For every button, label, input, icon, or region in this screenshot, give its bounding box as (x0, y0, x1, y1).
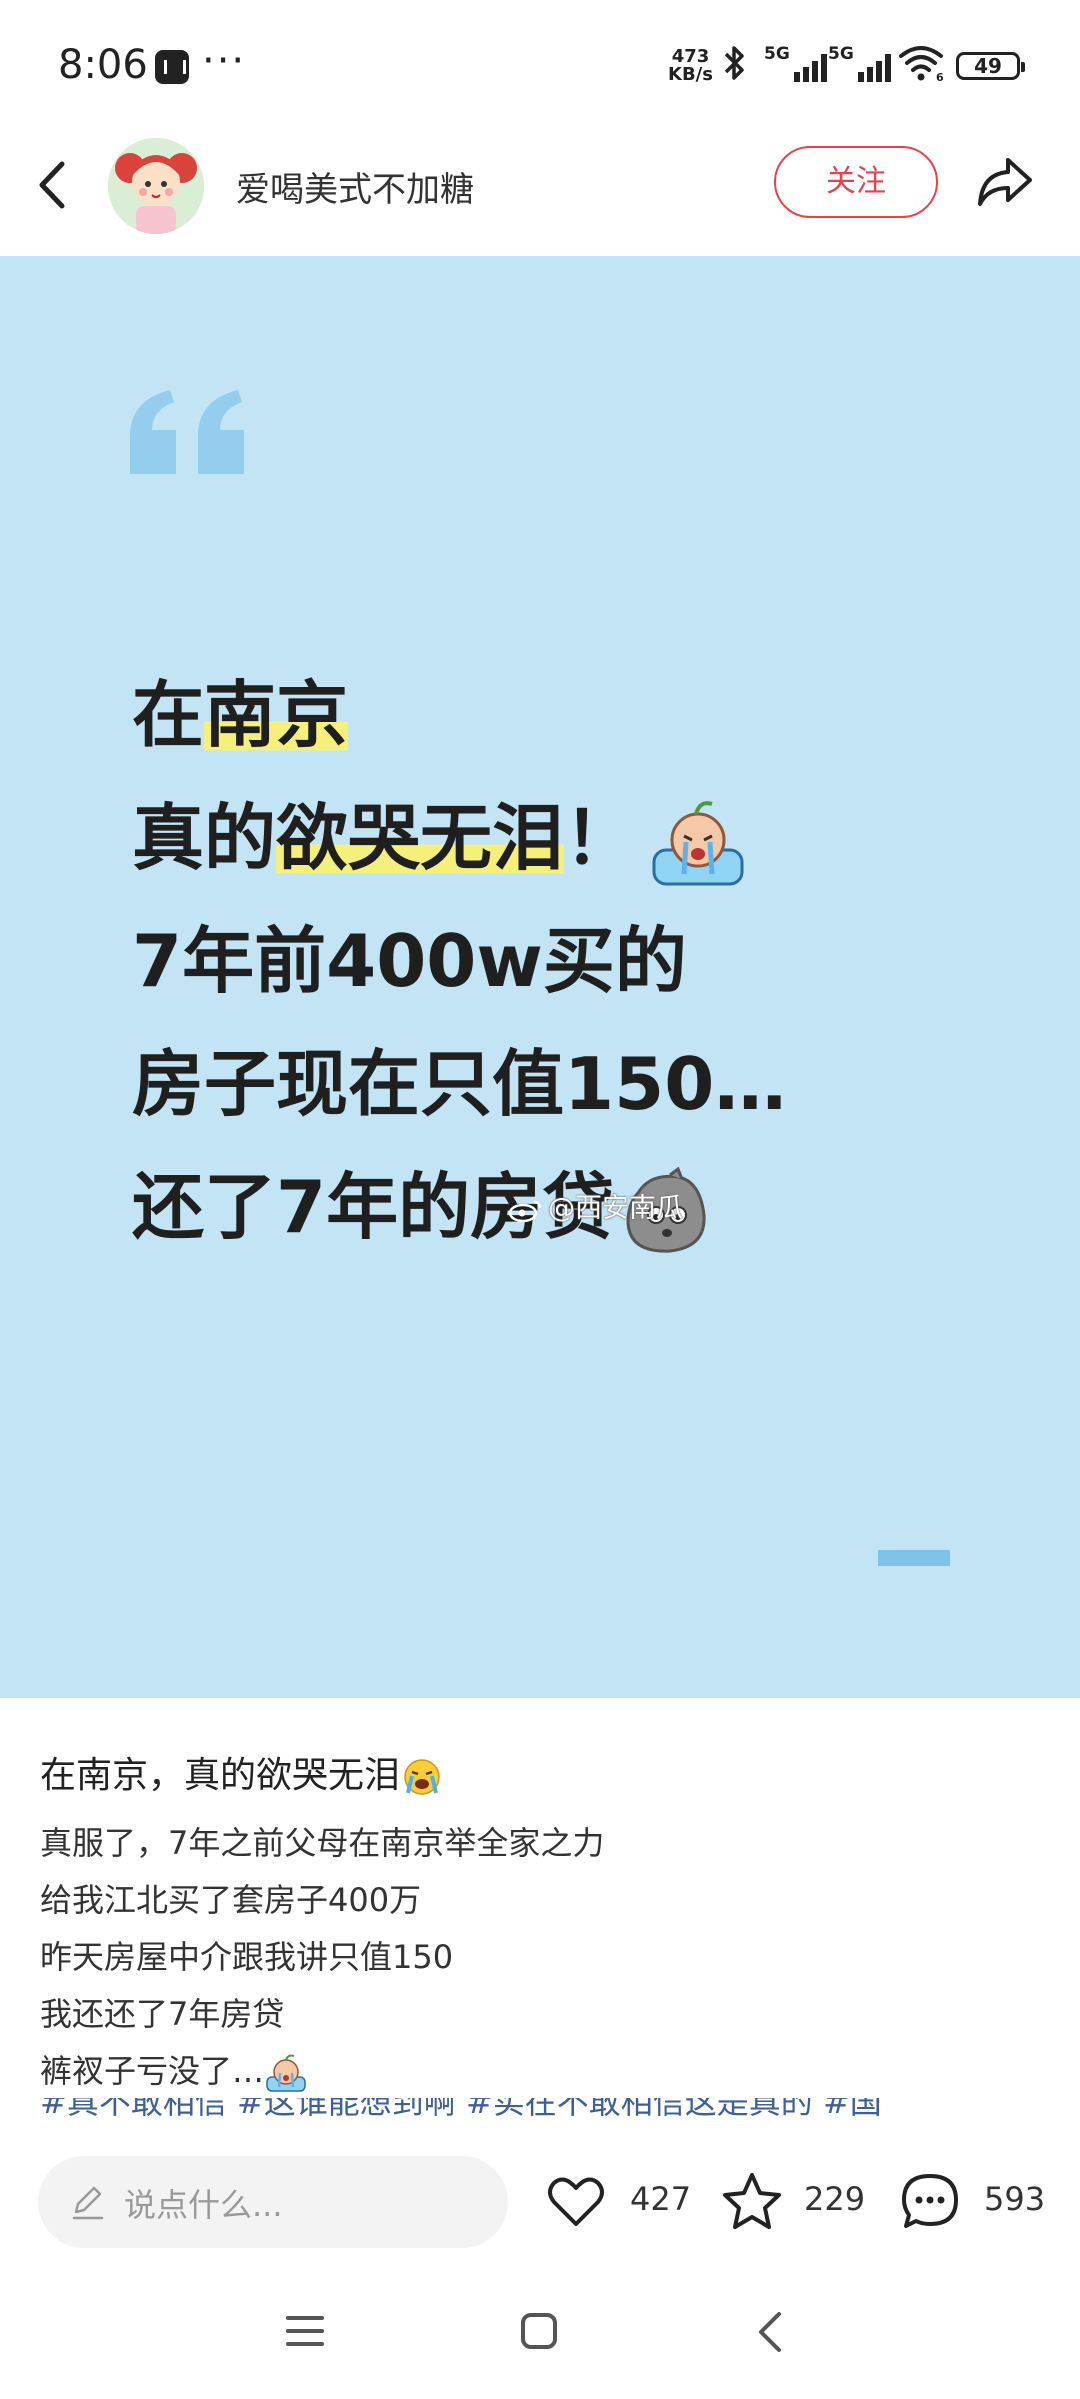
post-tags[interactable]: #真不敢相信 #这谁能想到啊 #实在不敢相信这是真的 #国 (40, 2098, 1040, 2128)
cover-line-1-plain: 在 (132, 673, 205, 757)
heart-icon (548, 2177, 604, 2226)
loudly-crying-emoji-icon (400, 1757, 444, 1797)
bottom-action-bar: 说点什么... 427 229 593 (0, 2130, 1080, 2270)
watermark-text: @西安南瓜 (548, 1193, 683, 1224)
like-count: 427 (630, 2180, 692, 2218)
comment-count: 593 (984, 2180, 1046, 2218)
status-time: 8:06 (58, 42, 148, 88)
cover-text-block: 在南京 真的欲哭无泪！ 7年前400w买的 房子现在只值150… 还了7年的房贷 (132, 654, 786, 1269)
cover-line-5: 还了7年的房贷 (132, 1146, 786, 1269)
cover-line-2-plain-b: ！ (564, 796, 637, 880)
cover-line-2-highlight: 欲哭无泪 (276, 796, 565, 880)
status-bar: 8:06 ··· 473 KB/s 5G 5G 6 49 (0, 0, 1080, 130)
cover-line-1: 在南京 (132, 654, 786, 777)
cover-line-2-plain-a: 真的 (132, 796, 277, 880)
signal-type-label: 5G (764, 44, 790, 64)
quote-mark-icon (124, 386, 254, 476)
post-body-line: 裤衩子亏没了… (40, 2043, 604, 2100)
media-app-icon (155, 50, 189, 84)
cover-line-2: 真的欲哭无泪！ (132, 777, 786, 900)
weibo-logo-icon (508, 1198, 544, 1222)
signal-icon-sim2: 5G (828, 44, 894, 82)
comment-input[interactable]: 说点什么... (38, 2156, 508, 2248)
favorite-button[interactable]: 229 (720, 2170, 870, 2234)
favorite-count: 229 (804, 2180, 866, 2218)
share-icon[interactable] (972, 150, 1036, 214)
post-tags-text[interactable]: #真不敢相信 #这谁能想到啊 #实在不敢相信这是真的 #国 (40, 2098, 882, 2121)
cover-line-1-highlight: 南京 (204, 673, 349, 757)
back-button[interactable] (28, 150, 78, 220)
username[interactable]: 爱喝美式不加糖 (236, 162, 474, 211)
crying-emoji-icon (264, 2053, 308, 2093)
home-icon[interactable] (520, 2312, 558, 2350)
bluetooth-icon (722, 44, 748, 91)
nav-back-icon[interactable] (755, 2310, 785, 2354)
like-button[interactable]: 427 (544, 2170, 694, 2234)
recent-apps-icon[interactable] (286, 2314, 324, 2348)
post-body-line: 我还还了7年房贷 (40, 1995, 285, 2033)
post-title: 在南京，真的欲哭无泪 (40, 1746, 444, 1798)
star-icon (723, 2173, 781, 2229)
pencil-icon (68, 2182, 108, 2222)
avatar[interactable] (108, 138, 204, 234)
post-body-line: 真服了，7年之前父母在南京举全家之力 (40, 1824, 605, 1862)
wifi-label: 6 (936, 71, 944, 82)
signal-type-label: 5G (828, 44, 854, 64)
more-notifications-icon: ··· (202, 38, 247, 84)
signal-icon-sim1: 5G (764, 44, 830, 82)
post-body-line-text: 裤衩子亏没了… (40, 2052, 265, 2090)
post-cover-image[interactable]: 在南京 真的欲哭无泪！ 7年前400w买的 房子现在只值150… 还了7年的房贷 (0, 256, 1080, 1698)
comment-bubble-icon (902, 2174, 958, 2228)
comment-placeholder: 说点什么... (124, 2186, 283, 2224)
follow-button[interactable]: 关注 (774, 146, 938, 218)
cover-line-4: 房子现在只值150… (132, 1042, 787, 1126)
system-navigation-bar (0, 2270, 1080, 2399)
net-speed: 473 KB/s (668, 48, 713, 84)
comment-button[interactable]: 593 (898, 2170, 1048, 2234)
post-title-text: 在南京，真的欲哭无泪 (40, 1755, 401, 1796)
post-body-line: 给我江北买了套房子400万 (40, 1881, 422, 1919)
wifi-icon: 6 (898, 44, 944, 84)
net-speed-unit: KB/s (668, 64, 713, 85)
battery-indicator: 49 (956, 52, 1025, 80)
cover-line-3: 7年前400w买的 (132, 919, 687, 1003)
post-body: 真服了，7年之前父母在南京举全家之力 给我江北买了套房子400万 昨天房屋中介跟… (40, 1815, 604, 2100)
post-body-line: 昨天房屋中介跟我讲只值150 (40, 1938, 454, 1976)
cover-decoration-bar (878, 1550, 950, 1566)
cover-watermark: @西安南瓜 (508, 1186, 683, 1225)
crying-emoji-icon (650, 798, 746, 888)
